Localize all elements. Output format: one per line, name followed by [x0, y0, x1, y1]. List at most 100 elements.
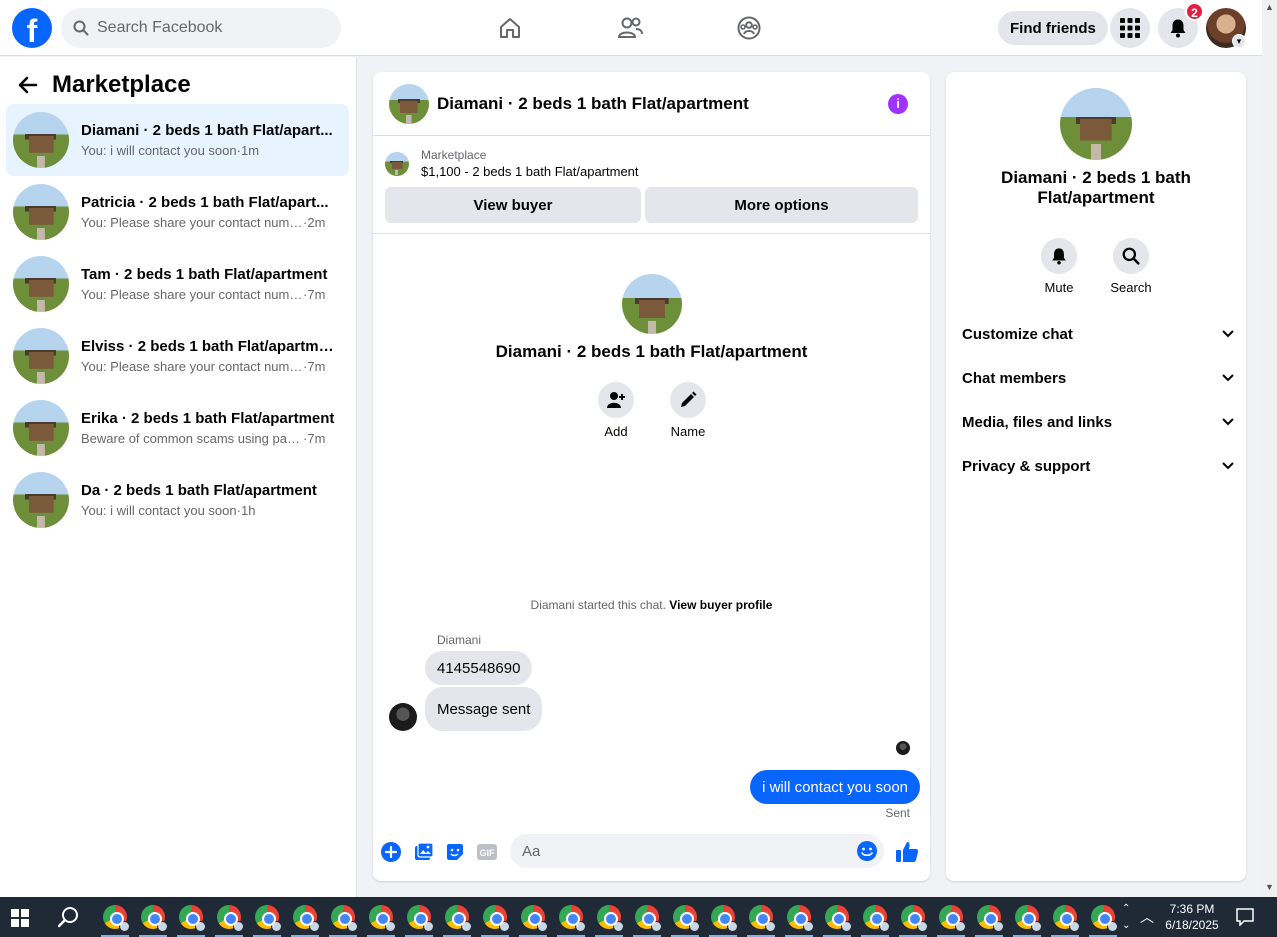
details-title: Diamani · 2 beds 1 bath Flat/apartment	[1001, 168, 1191, 207]
plus-icon[interactable]	[379, 840, 403, 864]
like-icon[interactable]	[895, 840, 919, 864]
chrome-window-icon[interactable]	[293, 905, 320, 932]
conversation-item[interactable]: Patricia · 2 beds 1 bath Flat/apart... Y…	[6, 176, 349, 248]
privacy-support-section[interactable]: Privacy & support	[962, 446, 1234, 486]
add-label: Add	[604, 424, 628, 439]
search-box[interactable]	[61, 8, 341, 48]
search-input[interactable]	[97, 19, 317, 37]
chrome-window-icon[interactable]	[521, 905, 548, 932]
page-scrollbar[interactable]: ▲ ▼	[1262, 0, 1277, 897]
chevron-up-icon[interactable]: ︿	[1140, 907, 1154, 927]
conversation-time: 7m	[307, 431, 326, 446]
find-friends-button[interactable]: Find friends	[998, 11, 1108, 45]
search-icon[interactable]	[58, 906, 80, 928]
chat-details-panel: Diamani · 2 beds 1 bath Flat/apartment M…	[946, 72, 1246, 881]
chrome-window-icon[interactable]	[825, 905, 852, 932]
chat-title[interactable]: Diamani · 2 beds 1 bath Flat/apartment	[437, 94, 749, 114]
listing-summary[interactable]: Marketplace $1,100 - 2 beds 1 bath Flat/…	[385, 148, 639, 179]
conversation-preview: You: Please share your contact numb...	[81, 215, 303, 230]
chrome-window-icon[interactable]	[939, 905, 966, 932]
sticker-icon[interactable]	[443, 840, 467, 864]
system-clock[interactable]: 7:36 PM 6/18/2025	[1160, 901, 1224, 933]
conversation-preview: You: Please share your contact numb...	[81, 287, 303, 302]
scroll-arrows-icon[interactable]: ⌃ ⌄	[1122, 900, 1130, 934]
chevron-down-icon	[1222, 462, 1234, 470]
media-files-links-section[interactable]: Media, files and links	[962, 402, 1234, 442]
chat-members-section[interactable]: Chat members	[962, 358, 1234, 398]
add-people-button[interactable]: Add	[586, 382, 646, 439]
chevron-down-icon	[1222, 418, 1234, 426]
incoming-message[interactable]: 4145548690	[425, 651, 533, 685]
chat-avatar[interactable]	[389, 83, 429, 124]
scroll-up-arrow-icon[interactable]: ▲	[1265, 2, 1274, 12]
chrome-window-icon[interactable]	[977, 905, 1004, 932]
chrome-window-icon[interactable]	[711, 905, 738, 932]
chrome-window-icon[interactable]	[901, 905, 928, 932]
chrome-window-icon[interactable]	[863, 905, 890, 932]
home-icon[interactable]	[494, 12, 526, 44]
chrome-window-icon[interactable]	[787, 905, 814, 932]
chrome-window-icon[interactable]	[103, 905, 130, 932]
conversation-title: Diamani · 2 beds 1 bath Flat/apartment	[495, 342, 808, 361]
outgoing-message[interactable]: i will contact you soon	[750, 770, 920, 804]
chrome-window-icon[interactable]	[255, 905, 282, 932]
conversation-name: Diamani · 2 beds 1 bath Flat/apart...	[81, 122, 333, 139]
scroll-down-arrow-icon[interactable]: ▼	[1265, 882, 1274, 892]
edit-name-button[interactable]: Name	[658, 382, 718, 439]
customize-chat-section[interactable]: Customize chat	[962, 314, 1234, 354]
conversation-item[interactable]: Elviss · 2 beds 1 bath Flat/apartment Yo…	[6, 320, 349, 392]
gif-icon[interactable]: GIF	[475, 840, 499, 864]
notifications-button[interactable]: 2	[1158, 2, 1204, 48]
inbox-header: Marketplace	[18, 71, 191, 99]
chrome-window-icon[interactable]	[635, 905, 662, 932]
windows-start-icon[interactable]	[11, 909, 29, 927]
name-label: Name	[670, 424, 706, 439]
message-composer[interactable]	[510, 834, 884, 868]
chrome-window-icon[interactable]	[369, 905, 396, 932]
chrome-window-icon[interactable]	[179, 905, 206, 932]
sender-avatar	[389, 703, 417, 731]
message-input[interactable]	[522, 842, 842, 860]
groups-icon[interactable]	[733, 12, 765, 44]
photo-icon[interactable]	[412, 840, 436, 864]
chrome-window-icon[interactable]	[445, 905, 472, 932]
conversation-item[interactable]: Diamani · 2 beds 1 bath Flat/apart... Yo…	[6, 104, 349, 176]
info-icon[interactable]: i	[888, 94, 908, 114]
bell-icon	[1052, 248, 1066, 265]
back-arrow-icon[interactable]	[18, 75, 38, 95]
friends-icon[interactable]	[614, 12, 646, 44]
conversation-item[interactable]: Erika · 2 beds 1 bath Flat/apartment Bew…	[6, 392, 349, 464]
chrome-window-icon[interactable]	[749, 905, 776, 932]
chrome-window-icon[interactable]	[1091, 905, 1118, 932]
chrome-window-icon[interactable]	[331, 905, 358, 932]
chrome-window-icon[interactable]	[673, 905, 700, 932]
chrome-window-icon[interactable]	[217, 905, 244, 932]
more-options-button[interactable]: More options	[645, 187, 918, 223]
chrome-window-icon[interactable]	[1053, 905, 1080, 932]
conversation-preview: You: i will contact you soon	[81, 503, 237, 518]
incoming-message[interactable]: Message sent	[425, 687, 543, 731]
notification-center-icon[interactable]	[1236, 908, 1254, 926]
chrome-window-icon[interactable]	[483, 905, 510, 932]
chat-header: Diamani · 2 beds 1 bath Flat/apartment i	[373, 72, 930, 136]
emoji-icon[interactable]	[856, 840, 878, 862]
mute-button[interactable]: Mute	[1029, 238, 1089, 295]
conversation-name: Da · 2 beds 1 bath Flat/apartment	[81, 482, 317, 499]
chrome-window-icon[interactable]	[1015, 905, 1042, 932]
menu-button[interactable]	[1110, 8, 1150, 48]
facebook-logo[interactable]: f	[12, 8, 52, 48]
listing-avatar	[13, 472, 69, 528]
search-in-chat-button[interactable]: Search	[1101, 238, 1161, 295]
chrome-window-icon[interactable]	[141, 905, 168, 932]
chrome-window-icon[interactable]	[407, 905, 434, 932]
chevron-down-icon[interactable]: ▾	[1232, 34, 1246, 48]
chrome-window-icon[interactable]	[597, 905, 624, 932]
conversation-item[interactable]: Da · 2 beds 1 bath Flat/apartment You: i…	[6, 464, 349, 536]
view-buyer-button[interactable]: View buyer	[385, 187, 641, 223]
conversation-item[interactable]: Tam · 2 beds 1 bath Flat/apartment You: …	[6, 248, 349, 320]
view-buyer-profile-link[interactable]: View buyer profile	[669, 598, 772, 612]
listing-avatar	[13, 256, 69, 312]
chrome-window-icon[interactable]	[559, 905, 586, 932]
details-avatar	[1060, 88, 1132, 160]
divider	[373, 233, 930, 234]
